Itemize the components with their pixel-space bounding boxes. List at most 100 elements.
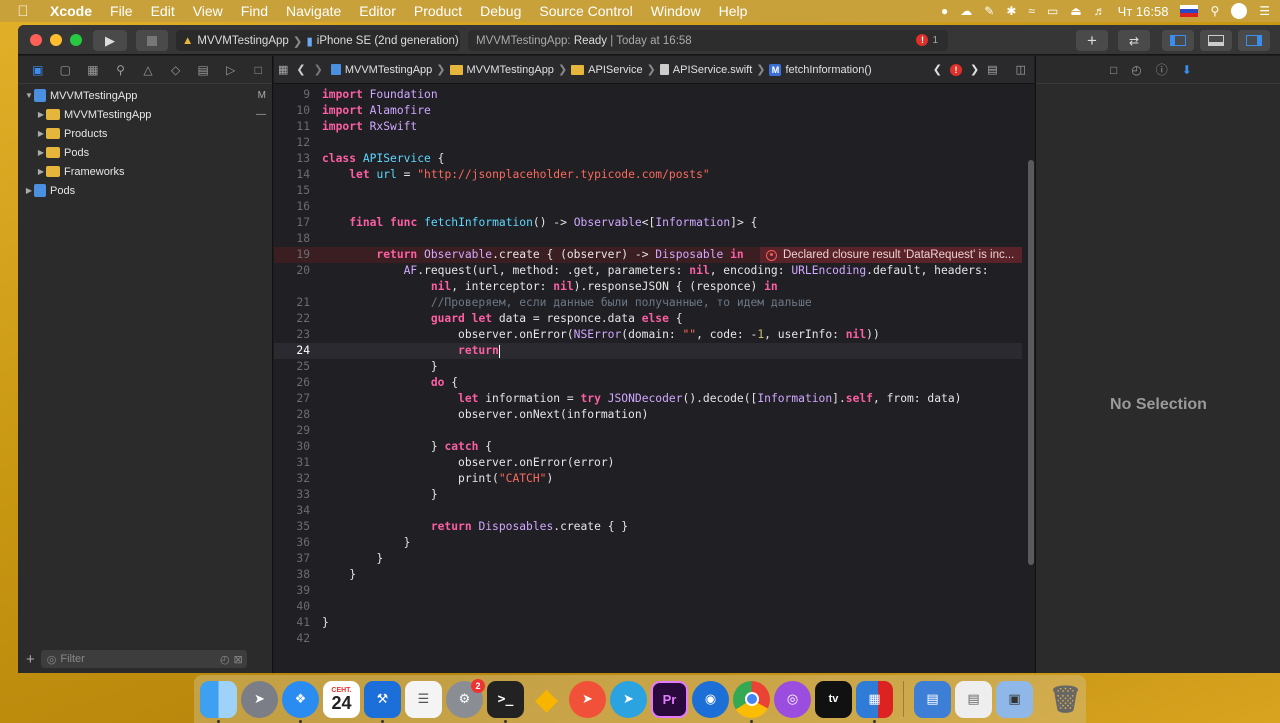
- disclosure-closed-icon[interactable]: ▶: [24, 186, 34, 195]
- xcode-icon[interactable]: ⚒: [364, 680, 401, 723]
- line-number[interactable]: 20: [274, 263, 310, 279]
- jump-item-project[interactable]: MVVMTestingApp: [327, 64, 436, 76]
- menu-file[interactable]: File: [101, 3, 142, 19]
- wifi-icon[interactable]: ≈: [1028, 4, 1035, 18]
- chrome-icon[interactable]: [733, 680, 770, 723]
- trash-icon[interactable]: 🗑: [1047, 681, 1084, 718]
- code-line[interactable]: 42: [274, 631, 1022, 647]
- code-line[interactable]: 19 return Observable.create { (observer)…: [274, 247, 1022, 263]
- line-number[interactable]: 14: [274, 167, 310, 183]
- code-line[interactable]: nil, interceptor: nil).responseJSON { (r…: [274, 279, 1022, 295]
- volume-icon[interactable]: ♬: [1094, 4, 1106, 18]
- debug-icon[interactable]: ▤: [189, 63, 217, 77]
- line-number[interactable]: 21: [274, 295, 310, 311]
- menu-edit[interactable]: Edit: [142, 3, 184, 19]
- menu-find[interactable]: Find: [232, 3, 277, 19]
- code-line[interactable]: 33 }: [274, 487, 1022, 503]
- jump-item-method[interactable]: MfetchInformation(): [765, 63, 875, 76]
- code-line[interactable]: 16: [274, 199, 1022, 215]
- line-number[interactable]: 29: [274, 423, 310, 439]
- previous-issue-icon[interactable]: ❮: [933, 63, 942, 76]
- code-line[interactable]: 13 class APIService {: [274, 151, 1022, 167]
- forward-arrow-icon[interactable]: ❯: [310, 63, 327, 76]
- disclosure-closed-icon[interactable]: ▶: [36, 129, 46, 138]
- line-number[interactable]: 33: [274, 487, 310, 503]
- apple-tv-icon[interactable]: tv: [815, 680, 852, 718]
- code-line[interactable]: 28 observer.onNext(information): [274, 407, 1022, 423]
- airplay-icon[interactable]: ▭: [1047, 4, 1058, 18]
- notification-icon[interactable]: ✎: [984, 4, 994, 18]
- calendar-icon[interactable]: СЕНТ. 24: [323, 680, 360, 718]
- sketch-icon[interactable]: ◆: [528, 681, 565, 718]
- code-line[interactable]: 25 }: [274, 359, 1022, 375]
- toggle-navigator-button[interactable]: [1162, 30, 1194, 51]
- report-icon[interactable]: □: [245, 63, 273, 77]
- line-number[interactable]: 12: [274, 135, 310, 151]
- tree-item-pods-project[interactable]: ▶ Pods: [18, 181, 272, 200]
- clock[interactable]: Чт 16:58: [1118, 4, 1169, 19]
- line-number[interactable]: 41: [274, 615, 310, 631]
- code-line[interactable]: 11 import RxSwift: [274, 119, 1022, 135]
- source-control-icon[interactable]: ▢: [52, 63, 80, 77]
- line-number[interactable]: 32: [274, 471, 310, 487]
- jump-item-group[interactable]: APIService: [567, 64, 646, 76]
- code-line[interactable]: 30 } catch {: [274, 439, 1022, 455]
- line-number[interactable]: 34: [274, 503, 310, 519]
- code-line[interactable]: 10 import Alamofire: [274, 103, 1022, 119]
- scheme-selector[interactable]: ▲ MVVMTestingApp ❯ ▮ iPhone SE (2nd gene…: [176, 30, 460, 51]
- tree-item-pods-folder[interactable]: ▶ Pods: [18, 143, 272, 162]
- line-number[interactable]: 19: [274, 247, 310, 263]
- toggle-debug-area-button[interactable]: [1200, 30, 1232, 51]
- editor-scrollbar[interactable]: [1028, 160, 1034, 565]
- recent-files-icon[interactable]: ◴: [220, 653, 230, 666]
- tree-item-frameworks[interactable]: ▶ Frameworks: [18, 162, 272, 181]
- minimize-window-button[interactable]: [50, 34, 62, 46]
- code-line[interactable]: 18: [274, 231, 1022, 247]
- folder-icon[interactable]: ▣: [24, 63, 52, 77]
- symbol-icon[interactable]: ▦: [79, 63, 107, 77]
- line-number[interactable]: 42: [274, 631, 310, 647]
- code-area[interactable]: 9 import Foundation 10 import Alamofire 11 im…: [274, 85, 1034, 673]
- line-number[interactable]: 26: [274, 375, 310, 391]
- finder-icon[interactable]: [200, 680, 237, 723]
- tree-item-app-folder[interactable]: ▶ MVVMTestingApp —: [18, 105, 272, 124]
- code-line[interactable]: 22 guard let data = responce.data else {: [274, 311, 1022, 327]
- code-line[interactable]: 9 import Foundation: [274, 87, 1022, 103]
- file-inspector-icon[interactable]: □: [1110, 63, 1117, 77]
- creative-cloud-icon[interactable]: ☁: [960, 4, 972, 18]
- line-number[interactable]: 17: [274, 215, 310, 231]
- line-number[interactable]: 30: [274, 439, 310, 455]
- code-line[interactable]: 41}: [274, 615, 1022, 631]
- device-name[interactable]: iPhone SE (2nd generation): [317, 35, 459, 47]
- line-number[interactable]: 40: [274, 599, 310, 615]
- input-language-flag-icon[interactable]: [1180, 5, 1199, 17]
- line-number[interactable]: 36: [274, 535, 310, 551]
- jump-item-file[interactable]: APIService.swift: [656, 64, 756, 76]
- system-preferences-icon[interactable]: ⚙ 2: [446, 678, 485, 718]
- code-review-button[interactable]: ⇄: [1118, 30, 1150, 51]
- code-line[interactable]: 21 //Проверяем, если данные были получан…: [274, 295, 1022, 311]
- disclosure-closed-icon[interactable]: ▶: [36, 167, 46, 176]
- folder-stack-icon[interactable]: ▤: [914, 680, 951, 718]
- code-line[interactable]: 39: [274, 583, 1022, 599]
- menu-product[interactable]: Product: [405, 3, 471, 19]
- add-file-icon[interactable]: +: [26, 651, 35, 668]
- split-editor-icon[interactable]: ◫: [1016, 63, 1026, 76]
- find-icon[interactable]: ⚲: [107, 63, 135, 77]
- library-plus-button[interactable]: +: [1076, 30, 1108, 51]
- code-line[interactable]: 34: [274, 503, 1022, 519]
- line-number[interactable]: 10: [274, 103, 310, 119]
- quick-help-icon[interactable]: ⓘ: [1156, 61, 1168, 78]
- line-number[interactable]: 11: [274, 119, 310, 135]
- line-number[interactable]: 9: [274, 87, 310, 103]
- menu-window[interactable]: Window: [642, 3, 710, 19]
- eject-icon[interactable]: ⏏: [1070, 4, 1081, 18]
- jump-item-folder[interactable]: MVVMTestingApp: [446, 64, 558, 76]
- toggle-inspector-button[interactable]: [1238, 30, 1270, 51]
- code-line[interactable]: 24 return: [274, 343, 1022, 359]
- code-line[interactable]: 31 observer.onError(error): [274, 455, 1022, 471]
- tree-item-products[interactable]: ▶ Products: [18, 124, 272, 143]
- spotlight-search-icon[interactable]: ⚲: [1210, 4, 1219, 18]
- history-inspector-icon[interactable]: ◴: [1131, 63, 1141, 77]
- code-line[interactable]: 29: [274, 423, 1022, 439]
